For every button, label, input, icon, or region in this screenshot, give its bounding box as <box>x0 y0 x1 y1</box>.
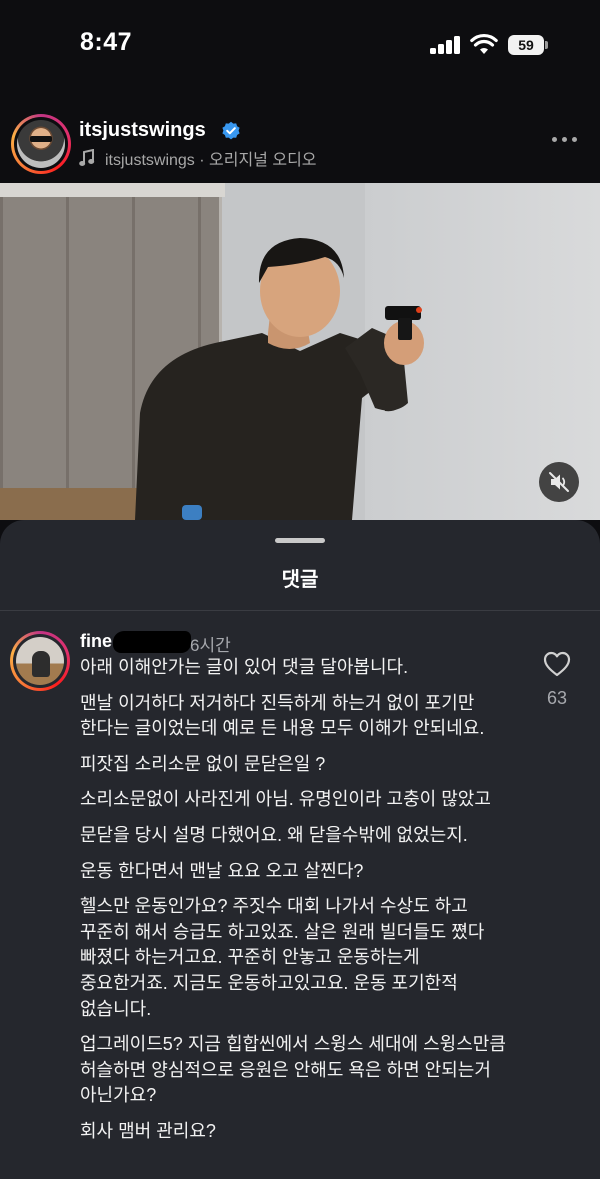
status-bar: 8:47 59 <box>0 0 600 90</box>
sheet-title: 댓글 <box>281 569 319 591</box>
comment-paragraph: 소리소문없이 사라진게 아님. 유명인이라 고충이 많았고 <box>80 789 491 810</box>
comment-paragraph: 회사 맴버 관리요? <box>80 1120 216 1141</box>
like-count: 63 <box>546 688 568 708</box>
sheet-grabber[interactable] <box>275 538 325 543</box>
status-time: 8:47 <box>80 28 133 56</box>
post-header: itsjustswings itsjustswings · 오리지널 오디오 <box>0 108 600 176</box>
commenter-username[interactable]: fine <box>80 631 112 652</box>
comment-paragraph: 맨날 이거하다 저거하다 진득하게 하는거 없이 포기만 한다는 글이었는데 예… <box>80 692 485 739</box>
music-note-icon <box>79 149 95 166</box>
wifi-icon <box>470 33 498 54</box>
comments-sheet: 댓글 fine 6시간 아래 이해안가는 글이 있어 댓글 달아봅니다. 맨날 … <box>0 520 600 1179</box>
cellular-signal-icon <box>430 36 462 54</box>
comment-time: 6시간 <box>190 636 231 655</box>
audio-label: itsjustswings · 오리지널 오디오 <box>105 152 317 169</box>
comment-paragraph: 운동 한다면서 맨날 요요 오고 살찐다? <box>80 860 364 881</box>
reels-comments-screen: 8:47 59 itsjustswings itsjustswings · 오리… <box>0 0 600 1179</box>
video-subject <box>135 238 424 520</box>
battery-level: 59 <box>508 35 544 55</box>
comment-paragraph: 업그레이드5? 지금 힙합씬에서 스윙스 세대에 스윙스만큼 허슬하면 양심적으… <box>80 1034 506 1106</box>
comment-paragraph: 문닫을 당시 설명 다했어요. 왜 닫을수밖에 없었는지. <box>80 824 468 845</box>
verified-badge-icon <box>222 121 240 140</box>
battery-icon: 59 <box>508 35 549 55</box>
reel-video[interactable] <box>0 183 600 520</box>
more-options-icon[interactable] <box>552 136 578 144</box>
divider <box>0 610 600 611</box>
author-username[interactable]: itsjustswings <box>79 119 206 142</box>
heart-outline-icon[interactable] <box>543 651 571 677</box>
audio-row[interactable]: itsjustswings · 오리지널 오디오 <box>79 146 317 170</box>
username-redaction <box>113 631 191 653</box>
comment-paragraph: 피잣집 소리소문 없이 문닫은일 ? <box>80 753 326 774</box>
comment-paragraph: 아래 이해안가는 글이 있어 댓글 달아봅니다. <box>80 657 409 677</box>
comment-paragraph: 헬스만 운동인가요? 주짓수 대회 나가서 수상도 하고 꾸준히 해서 승급도 … <box>80 896 485 1019</box>
comment-body: 아래 이해안가는 글이 있어 댓글 달아봅니다. 맨날 이거하다 저거하다 진득… <box>80 655 512 1155</box>
author-avatar[interactable] <box>11 114 71 174</box>
commenter-avatar[interactable] <box>10 631 70 691</box>
muted-speaker-icon[interactable] <box>539 462 579 502</box>
